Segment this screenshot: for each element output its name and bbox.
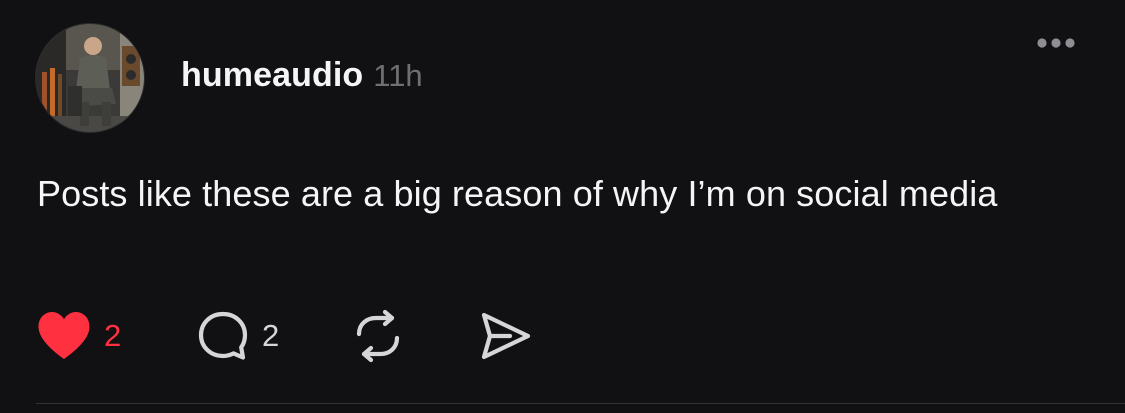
like-count: 2 xyxy=(104,318,122,353)
reply-button[interactable]: 2 xyxy=(196,306,279,366)
heart-icon xyxy=(38,312,90,359)
repost-icon xyxy=(356,309,400,363)
like-button[interactable]: 2 xyxy=(36,306,121,366)
ellipsis-icon xyxy=(1037,38,1075,48)
share-button[interactable] xyxy=(476,306,534,366)
post-divider xyxy=(36,403,1125,404)
send-icon xyxy=(481,312,531,360)
author-avatar[interactable] xyxy=(36,24,144,132)
comment-icon xyxy=(198,311,248,360)
repost-button[interactable] xyxy=(350,306,406,366)
profile-photo xyxy=(36,24,144,132)
author-line: humeaudio 11h xyxy=(181,56,423,95)
reply-count: 2 xyxy=(262,318,280,353)
post-body-text: Posts like these are a big reason of why… xyxy=(37,173,998,214)
thread-post: humeaudio 11h Posts like these are a big… xyxy=(0,0,1125,413)
username-link[interactable]: humeaudio xyxy=(181,56,363,95)
more-options-button[interactable] xyxy=(1030,28,1082,58)
post-timestamp: 11h xyxy=(373,58,423,93)
